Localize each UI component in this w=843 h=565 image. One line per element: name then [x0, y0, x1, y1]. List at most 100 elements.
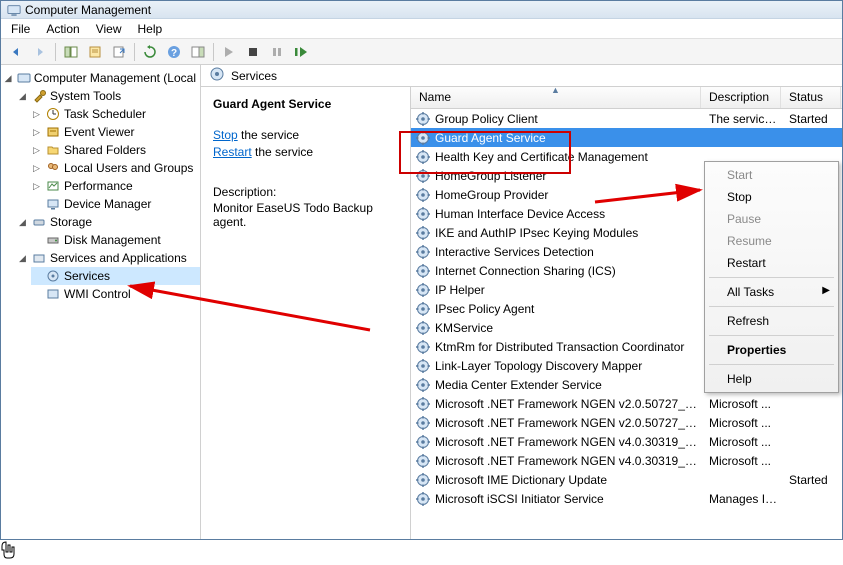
services-header-label: Services: [231, 69, 277, 83]
service-name-cell: HomeGroup Provider: [435, 188, 701, 202]
back-button[interactable]: [5, 41, 27, 63]
toolbar: ?: [1, 39, 842, 65]
export-list-button[interactable]: [108, 41, 130, 63]
tree-disk-management[interactable]: ▷ Disk Management: [31, 231, 200, 249]
navigation-tree[interactable]: ◢ Computer Management (Local ◢ System To…: [1, 69, 200, 303]
tree-label: Services: [64, 269, 110, 283]
ctx-restart[interactable]: Restart: [707, 252, 836, 274]
service-gear-icon: [415, 168, 431, 184]
ctx-start: Start: [707, 164, 836, 186]
service-description-cell: Microsoft ...: [701, 435, 781, 449]
restart-service-link[interactable]: Restart: [213, 145, 252, 159]
stop-service-button[interactable]: [242, 41, 264, 63]
toolbar-separator: [134, 43, 135, 61]
service-name-cell: Microsoft .NET Framework NGEN v4.0.30319…: [435, 454, 701, 468]
tree-shared-folders[interactable]: ▷ Shared Folders: [31, 141, 200, 159]
service-name-cell: IKE and AuthIP IPsec Keying Modules: [435, 226, 701, 240]
tree-label: Storage: [50, 215, 92, 229]
ctx-label: All Tasks: [727, 285, 774, 299]
service-row[interactable]: Microsoft IME Dictionary UpdateStarted: [411, 470, 842, 489]
ctx-refresh[interactable]: Refresh: [707, 310, 836, 332]
service-gear-icon: [415, 225, 431, 241]
service-name-cell: Internet Connection Sharing (ICS): [435, 264, 701, 278]
service-name-cell: Interactive Services Detection: [435, 245, 701, 259]
service-gear-icon: [415, 453, 431, 469]
expander-closed-icon[interactable]: ▷: [31, 109, 42, 120]
tree-storage[interactable]: ◢ Storage: [17, 213, 200, 231]
service-row[interactable]: Microsoft .NET Framework NGEN v4.0.30319…: [411, 432, 842, 451]
service-row[interactable]: Microsoft .NET Framework NGEN v4.0.30319…: [411, 451, 842, 470]
service-name-cell: IP Helper: [435, 283, 701, 297]
menu-help[interactable]: Help: [130, 20, 171, 38]
expander-closed-icon[interactable]: ▷: [31, 163, 42, 174]
service-gear-icon: [415, 415, 431, 431]
service-gear-icon: [415, 263, 431, 279]
tree-event-viewer[interactable]: ▷ Event Viewer: [31, 123, 200, 141]
service-action-links: Stop the service Restart the service: [213, 127, 400, 161]
forward-button: [29, 41, 51, 63]
service-row[interactable]: Microsoft iSCSI Initiator ServiceManages…: [411, 489, 842, 508]
expander-open-icon[interactable]: ◢: [17, 91, 28, 102]
ctx-properties[interactable]: Properties: [707, 339, 836, 361]
tree-system-tools[interactable]: ◢ System Tools: [17, 87, 200, 105]
computer-icon: [16, 70, 31, 86]
menu-action[interactable]: Action: [38, 20, 87, 38]
service-gear-icon: [415, 434, 431, 450]
tree-local-users[interactable]: ▷ Local Users and Groups: [31, 159, 200, 177]
service-description-cell: Microsoft ...: [701, 397, 781, 411]
service-row[interactable]: Group Policy ClientThe service ...Starte…: [411, 109, 842, 128]
service-row[interactable]: Microsoft .NET Framework NGEN v2.0.50727…: [411, 394, 842, 413]
device-manager-icon: [45, 196, 61, 212]
ctx-help[interactable]: Help: [707, 368, 836, 390]
column-header-name[interactable]: Name ▲: [411, 87, 701, 108]
properties-button[interactable]: [84, 41, 106, 63]
service-gear-icon: [415, 358, 431, 374]
service-description-cell: Manages In...: [701, 492, 781, 506]
column-header-status[interactable]: Status: [781, 87, 841, 108]
tree-root[interactable]: ◢ Computer Management (Local: [3, 69, 200, 87]
tree-services-apps[interactable]: ◢ Services and Applications: [17, 249, 200, 267]
column-header-description[interactable]: Description: [701, 87, 781, 108]
service-name-cell: Group Policy Client: [435, 112, 701, 126]
ctx-stop[interactable]: Stop: [707, 186, 836, 208]
service-row[interactable]: Guard Agent Service: [411, 128, 842, 147]
annotation-cursor-icon: [0, 540, 843, 565]
tree-task-scheduler[interactable]: ▷ Task Scheduler: [31, 105, 200, 123]
expander-closed-icon[interactable]: ▷: [31, 145, 42, 156]
service-gear-icon: [415, 491, 431, 507]
menu-file[interactable]: File: [3, 20, 38, 38]
ctx-all-tasks[interactable]: All Tasks ▶: [707, 281, 836, 303]
service-row[interactable]: Microsoft .NET Framework NGEN v2.0.50727…: [411, 413, 842, 432]
tree-wmi-control[interactable]: ▷ WMI Control: [31, 285, 200, 303]
expander-open-icon[interactable]: ◢: [17, 253, 28, 264]
service-name-cell: Microsoft .NET Framework NGEN v2.0.50727…: [435, 397, 701, 411]
tree-label: Computer Management (Local: [34, 71, 196, 85]
tree-label: Shared Folders: [64, 143, 146, 157]
service-status-cell: Started: [781, 473, 841, 487]
service-name-cell: KMService: [435, 321, 701, 335]
tree-performance[interactable]: ▷ Performance: [31, 177, 200, 195]
tree-device-manager[interactable]: ▷ Device Manager: [31, 195, 200, 213]
action-pane-button[interactable]: [187, 41, 209, 63]
toolbar-separator: [213, 43, 214, 61]
expander-open-icon[interactable]: ◢: [3, 73, 13, 84]
expander-closed-icon[interactable]: ▷: [31, 127, 42, 138]
tree-label: System Tools: [50, 89, 121, 103]
selected-service-name: Guard Agent Service: [213, 97, 400, 111]
menu-view[interactable]: View: [88, 20, 130, 38]
wmi-icon: [45, 286, 61, 302]
stop-service-link[interactable]: Stop: [213, 128, 238, 142]
expander-closed-icon[interactable]: ▷: [31, 181, 42, 192]
navigation-tree-pane[interactable]: ◢ Computer Management (Local ◢ System To…: [1, 65, 201, 539]
service-name-cell: Microsoft iSCSI Initiator Service: [435, 492, 701, 506]
expander-open-icon[interactable]: ◢: [17, 217, 28, 228]
help-button[interactable]: ?: [163, 41, 185, 63]
services-view-header: Services: [201, 65, 842, 87]
tools-icon: [31, 88, 47, 104]
service-name-cell: Microsoft .NET Framework NGEN v2.0.50727…: [435, 416, 701, 430]
refresh-button[interactable]: [139, 41, 161, 63]
show-hide-tree-button[interactable]: [60, 41, 82, 63]
tree-services[interactable]: ▷ Services: [31, 267, 200, 285]
service-gear-icon: [415, 244, 431, 260]
restart-service-button[interactable]: [290, 41, 312, 63]
